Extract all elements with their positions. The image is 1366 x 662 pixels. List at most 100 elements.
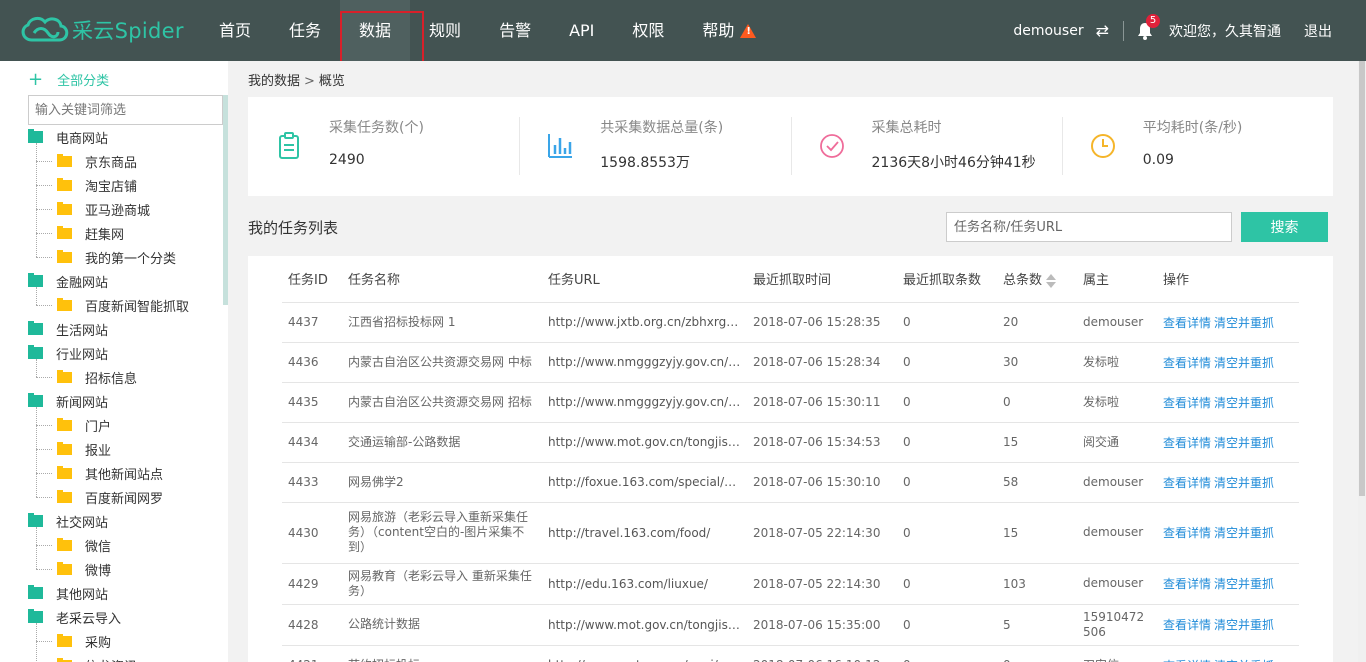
owner-cell: demouser [1077, 462, 1157, 503]
clear-recrawl-link[interactable]: 清空并重抓 [1214, 436, 1274, 450]
username[interactable]: demouser [1013, 23, 1083, 39]
tree-subcategory[interactable]: 报业 [28, 437, 223, 461]
clear-recrawl-link[interactable]: 清空并重抓 [1214, 316, 1274, 330]
clear-recrawl-link[interactable]: 清空并重抓 [1214, 618, 1274, 632]
tree-category[interactable]: 生活网站 [28, 317, 223, 341]
logo[interactable]: 采云Spider [18, 14, 184, 46]
nav-data[interactable]: 数据 [340, 0, 425, 65]
tree-category[interactable]: 社交网站 [28, 509, 223, 533]
view-details-link[interactable]: 查看详情 [1163, 316, 1211, 330]
nav-home[interactable]: 首页 [200, 0, 270, 61]
clear-recrawl-link[interactable]: 清空并重抓 [1214, 577, 1274, 591]
category-filter-input[interactable] [28, 95, 223, 125]
logout-link[interactable]: 退出 [1304, 21, 1332, 41]
view-details-link[interactable]: 查看详情 [1163, 436, 1211, 450]
nav-api[interactable]: API [550, 0, 613, 61]
view-details-link[interactable]: 查看详情 [1163, 618, 1211, 632]
tree-group: 生活网站 [28, 317, 223, 341]
view-details-link[interactable]: 查看详情 [1163, 356, 1211, 370]
page-scrollbar[interactable] [1358, 61, 1366, 662]
folder-icon [28, 345, 43, 359]
page-scrollbar-thumb[interactable] [1359, 61, 1365, 496]
folder-icon [57, 249, 72, 263]
task-url-cell: http://foxue.163.com/special/03... [542, 462, 747, 503]
breadcrumb-root[interactable]: 我的数据 [248, 74, 300, 89]
tree-subcategory[interactable]: 招标信息 [28, 365, 223, 389]
last-crawl-count-cell: 0 [897, 604, 997, 646]
col-total-count[interactable]: 总条数 [997, 256, 1077, 303]
folder-icon [57, 633, 72, 647]
clear-recrawl-link[interactable]: 清空并重抓 [1214, 526, 1274, 540]
tree-subcategory[interactable]: 淘宝店铺 [28, 173, 223, 197]
sort-icon[interactable] [1046, 273, 1057, 289]
owner-cell: 发标啦 [1077, 342, 1157, 383]
tree-category[interactable]: 行业网站 [28, 341, 223, 365]
nav-tasks[interactable]: 任务 [270, 0, 340, 61]
tree-subcategory[interactable]: 其他新闻站点 [28, 461, 223, 485]
tree-subcategory[interactable]: 百度新闻网罗 [28, 485, 223, 509]
clear-recrawl-link[interactable]: 清空并重抓 [1214, 476, 1274, 490]
last-crawl-count-cell: 0 [897, 302, 997, 343]
notification-button[interactable]: 5 [1137, 13, 1160, 40]
clear-recrawl-link[interactable]: 清空并重抓 [1214, 396, 1274, 410]
tree-category[interactable]: 老采云导入 [28, 605, 223, 629]
view-details-link[interactable]: 查看详情 [1163, 659, 1211, 662]
table-row: 4436 内蒙古自治区公共资源交易网 中标 http://www.nmgggzyjy… [282, 342, 1299, 383]
stat-label: 共采集数据总量(条) [600, 120, 724, 136]
tree-subcategory-label: 门户 [85, 419, 112, 435]
search-button[interactable]: 搜索 [1241, 212, 1328, 242]
table-row: 4430 网易旅游（老彩云导入重新采集任务）（content空白的-图片采集不到）… [282, 502, 1299, 564]
folder-icon [28, 585, 43, 599]
tree-subcategory[interactable]: 我的第一个分类 [28, 245, 223, 269]
task-url-cell: http://www.mot.gov.cn/tongjish... [542, 422, 747, 463]
tree-category[interactable]: 电商网站 [28, 125, 223, 149]
tree-group: 社交网站 微信 微博 [28, 509, 223, 581]
tree-subcategory[interactable]: 赶集网 [28, 221, 223, 245]
nav-rules[interactable]: 规则 [410, 0, 480, 61]
task-name-cell: 节约招标投标 [342, 645, 542, 662]
tree-subcategory[interactable]: 信龙资讯 [28, 653, 223, 662]
tree-subcategory[interactable]: 采购 [28, 629, 223, 653]
tree-subcategory[interactable]: 京东商品 [28, 149, 223, 173]
category-tree: 电商网站 京东商品淘宝店铺亚马逊商城 赶集网 我的第一个分类 金融网站 百度新闻智能抓取生… [28, 125, 223, 662]
view-details-link[interactable]: 查看详情 [1163, 526, 1211, 540]
task-search-input[interactable] [946, 212, 1232, 242]
tree-category-label: 行业网站 [56, 347, 109, 363]
tree-category[interactable]: 新闻网站 [28, 389, 223, 413]
nav-alerts[interactable]: 告警 [480, 0, 550, 61]
last-crawl-time-cell: 2018-07-06 15:28:34 [747, 342, 897, 383]
clear-recrawl-link[interactable]: 清空并重抓 [1214, 356, 1274, 370]
tree-subcategory-label: 淘宝店铺 [85, 179, 138, 195]
col-owner: 属主 [1077, 256, 1157, 303]
view-details-link[interactable]: 查看详情 [1163, 577, 1211, 591]
col-total-count-label: 总条数 [1003, 273, 1043, 288]
tree-subcategory[interactable]: 微博 [28, 557, 223, 581]
last-crawl-count-cell: 0 [897, 422, 997, 463]
view-details-link[interactable]: 查看详情 [1163, 476, 1211, 490]
tree-category-label: 新闻网站 [56, 395, 109, 411]
all-categories[interactable]: + 全部分类 [28, 70, 109, 89]
last-crawl-count-cell: 0 [897, 382, 997, 423]
tree-subcategory[interactable]: 百度新闻智能抓取 [28, 293, 223, 317]
switch-user-icon[interactable]: ⇄ [1096, 21, 1109, 40]
header-divider [1123, 20, 1124, 41]
tree-subcategory[interactable]: 门户 [28, 413, 223, 437]
check-circle-icon [819, 134, 844, 158]
folder-icon [57, 441, 72, 455]
task-id-cell: 4435 [282, 382, 342, 423]
view-details-link[interactable]: 查看详情 [1163, 396, 1211, 410]
task-name-cell: 内蒙古自治区公共资源交易网 招标 [342, 382, 542, 423]
tree-subcategory[interactable]: 微信 [28, 533, 223, 557]
tree-group: 其他网站 [28, 581, 223, 605]
tree-subcategory[interactable]: 亚马逊商城 [28, 197, 223, 221]
task-name-cell: 交通运输部-公路数据 [342, 422, 542, 463]
tree-category[interactable]: 金融网站 [28, 269, 223, 293]
total-count-cell: 58 [997, 462, 1077, 503]
welcome-text: 欢迎您，久其智通 [1169, 23, 1281, 40]
nav-help[interactable]: 帮助 [683, 0, 775, 61]
clear-recrawl-link[interactable]: 清空并重抓 [1214, 659, 1274, 662]
task-list-title: 我的任务列表 [248, 219, 339, 237]
nav-permissions[interactable]: 权限 [613, 0, 683, 61]
total-count-cell: 20 [997, 302, 1077, 343]
tree-category[interactable]: 其他网站 [28, 581, 223, 605]
